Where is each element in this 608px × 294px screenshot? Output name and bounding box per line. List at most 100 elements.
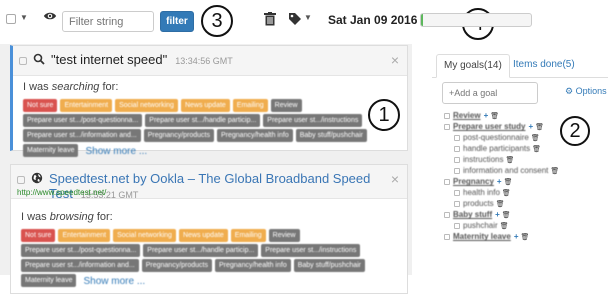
chevron-down-icon[interactable]: ▼ — [20, 13, 28, 22]
goal-checkbox[interactable] — [454, 222, 460, 229]
goal-item[interactable]: Maternity leave + 🗑 — [444, 231, 604, 242]
goal-checkbox[interactable] — [454, 167, 460, 174]
trash-icon[interactable]: 🗑 — [535, 124, 544, 131]
goal-checkbox[interactable] — [444, 123, 450, 130]
show-more-link[interactable]: Show more ... — [83, 276, 145, 287]
globe-icon — [31, 172, 43, 184]
tag-chip[interactable]: Emailing — [230, 229, 266, 242]
subgoal-item[interactable]: pushchair 🗑 — [444, 220, 604, 231]
date-label: Sat Jan 09 2016 — [328, 13, 418, 27]
tag-chip[interactable]: Pregnancy/products — [141, 259, 212, 272]
add-subgoal-icon[interactable]: + — [528, 122, 533, 131]
close-icon[interactable]: × — [391, 171, 399, 187]
trash-icon[interactable]: 🗑 — [500, 223, 509, 230]
tab-my-goals[interactable]: My goals(14) — [436, 54, 510, 78]
goal-item[interactable]: Pregnancy + 🗑 — [444, 176, 604, 187]
goal-checkbox[interactable] — [454, 156, 460, 163]
subgoal-item[interactable]: information and consent 🗑 — [444, 165, 604, 176]
goal-label: handle participants — [463, 144, 531, 154]
add-subgoal-icon[interactable]: + — [497, 177, 502, 186]
filter-button[interactable]: filter — [160, 11, 194, 32]
add-subgoal-icon[interactable]: + — [495, 210, 500, 219]
trash-icon[interactable] — [264, 12, 276, 26]
trash-icon[interactable]: 🗑 — [504, 179, 513, 186]
tab-items-done[interactable]: Items done(5) — [506, 54, 582, 78]
tag-chip[interactable]: Emailing — [232, 99, 268, 112]
card-checkbox[interactable] — [19, 57, 27, 65]
card-header: Speedtest.net by Ookla – The Global Broa… — [11, 165, 407, 201]
trash-icon[interactable]: 🗑 — [531, 135, 540, 142]
tag-chip[interactable]: Not sure — [23, 99, 58, 112]
history-card[interactable]: "test internet speed" 13:34:56 GMT × I wa… — [10, 45, 408, 157]
tag-chip[interactable]: Review — [268, 229, 300, 242]
tag-chip[interactable]: Social networking — [115, 99, 178, 112]
add-goal-input[interactable] — [442, 82, 538, 104]
eye-icon[interactable] — [43, 9, 57, 23]
goal-checkbox[interactable] — [444, 211, 450, 218]
close-icon[interactable]: × — [391, 52, 399, 68]
tag-chip[interactable]: Pregnancy/health info — [215, 259, 291, 272]
goal-checkbox[interactable] — [454, 145, 460, 152]
goal-checkbox[interactable] — [454, 189, 460, 196]
tag-chip[interactable]: Maternity leave — [21, 274, 77, 287]
history-list: "test internet speed" 13:34:56 GMT × I wa… — [0, 44, 412, 294]
tag-chip[interactable]: Prepare user st.../handle particip... — [145, 114, 261, 127]
tag-chip[interactable]: Review — [270, 99, 302, 112]
subgoal-item[interactable]: products 🗑 — [444, 198, 604, 209]
trash-icon[interactable]: 🗑 — [505, 157, 514, 164]
trash-icon[interactable]: 🗑 — [532, 146, 541, 153]
filter-input[interactable] — [62, 11, 154, 32]
tag-chip[interactable]: Prepare user st.../instructions — [263, 114, 363, 127]
tag-chip[interactable]: Pregnancy/products — [143, 129, 214, 142]
tag-chip[interactable]: Maternity leave — [23, 144, 79, 157]
gear-icon: ⚙ — [565, 86, 576, 96]
tag-chip[interactable]: Not sure — [21, 229, 56, 242]
tag-chip[interactable]: Baby stuff/pushchair — [295, 129, 368, 142]
goal-checkbox[interactable] — [454, 200, 460, 207]
goal-checkbox[interactable] — [454, 134, 460, 141]
goal-checkbox[interactable] — [444, 112, 450, 119]
trash-icon[interactable]: 🗑 — [502, 190, 511, 197]
tag-chip[interactable]: Prepare user st.../instructions — [261, 244, 361, 257]
goal-checkbox[interactable] — [444, 233, 450, 240]
tag-chip[interactable]: Entertainment — [58, 229, 111, 242]
add-subgoal-icon[interactable]: + — [484, 111, 489, 120]
tag-chip[interactable]: Prepare user st.../post-questionna... — [21, 244, 141, 257]
date-selector[interactable]: Sat Jan 09 2016▼ — [328, 13, 429, 27]
tag-chip[interactable]: Pregnancy/health info — [217, 129, 293, 142]
subgoal-item[interactable]: health info 🗑 — [444, 187, 604, 198]
goal-label: products — [463, 199, 494, 209]
tag-icon[interactable] — [288, 12, 302, 26]
goal-item[interactable]: Baby stuff + 🗑 — [444, 209, 604, 220]
options-button[interactable]: ⚙ Options — [565, 86, 607, 97]
show-more-link[interactable]: Show more ... — [85, 146, 147, 157]
tag-dropdown-caret-icon[interactable]: ▼ — [304, 13, 312, 22]
tag-chip[interactable]: Entertainment — [60, 99, 113, 112]
tag-chip[interactable]: Prepare user st.../information and... — [23, 129, 141, 142]
tag-chip[interactable]: Prepare user st.../post-questionna... — [23, 114, 143, 127]
select-all-checkbox[interactable] — [6, 14, 16, 24]
goal-label: Maternity leave — [453, 232, 511, 242]
card-url[interactable]: http://www.speedtest.net/ — [17, 188, 106, 197]
tag-chip[interactable]: Prepare user st.../handle particip... — [143, 244, 259, 257]
lead-activity: searching — [51, 81, 100, 93]
trash-icon[interactable]: 🗑 — [550, 168, 559, 175]
trash-icon[interactable]: 🗑 — [496, 201, 505, 208]
goal-checkbox[interactable] — [444, 178, 450, 185]
lead-suffix: for: — [99, 81, 119, 93]
tag-chip[interactable]: News update — [178, 229, 228, 242]
add-subgoal-icon[interactable]: + — [514, 232, 519, 241]
tag-chip[interactable]: Prepare user st.../information and... — [21, 259, 139, 272]
trash-icon[interactable]: 🗑 — [490, 113, 499, 120]
goals-panel: My goals(14) Items done(5) ⚙ Options Rev… — [432, 44, 608, 275]
card-checkbox[interactable] — [17, 176, 25, 184]
trash-icon[interactable]: 🗑 — [502, 212, 511, 219]
trash-icon[interactable]: 🗑 — [520, 234, 529, 241]
tag-chip[interactable]: Baby stuff/pushchair — [293, 259, 366, 272]
tag-chip[interactable]: Social networking — [113, 229, 176, 242]
tag-list: Not sure Entertainment Social networking Ne… — [21, 229, 397, 289]
tag-chip[interactable]: News update — [180, 99, 230, 112]
callout-2: 2 — [560, 116, 590, 146]
search-icon — [33, 53, 45, 65]
subgoal-item[interactable]: instructions 🗑 — [444, 154, 604, 165]
